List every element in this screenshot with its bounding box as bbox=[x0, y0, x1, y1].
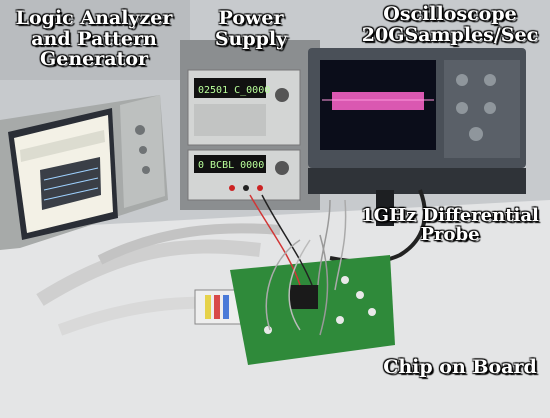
power-supply-label-line2: Supply bbox=[214, 27, 288, 50]
chip bbox=[290, 285, 318, 309]
oscilloscope-label-line1: Oscilloscope bbox=[383, 3, 517, 25]
psu-bottom-display: 0 BCBL 0000 bbox=[198, 160, 264, 171]
logic-analyzer-label-line3: Generator bbox=[40, 48, 148, 71]
power-supply-label: Power Supply bbox=[206, 8, 296, 49]
probe-label-line1: 1GHz Differential bbox=[361, 205, 539, 226]
oscilloscope bbox=[308, 48, 526, 194]
psu-top-display: 02501 C_0000 bbox=[198, 85, 270, 96]
probe-label: 1GHz Differential Probe bbox=[352, 206, 548, 245]
probe-label-line2: Probe bbox=[420, 224, 480, 246]
logic-analyzer-label-line2: and Pattern bbox=[31, 27, 157, 50]
logic-analyzer-label-line1: Logic Analyzer bbox=[15, 7, 173, 29]
lab-photo: 02501 C_0000 0 BCBL 0000 Logic Analyzer … bbox=[0, 0, 550, 418]
chip-on-board-label: Chip on Board bbox=[383, 356, 537, 378]
power-supply: 02501 C_0000 0 BCBL 0000 bbox=[187, 69, 301, 201]
scope-waveform bbox=[332, 92, 424, 110]
oscilloscope-label-line2: 20GSamples/Sec bbox=[361, 23, 539, 46]
logic-analyzer-label: Logic Analyzer and Pattern Generator bbox=[4, 8, 184, 70]
power-supply-label-line1: Power bbox=[218, 7, 284, 29]
oscilloscope-label: Oscilloscope 20GSamples/Sec bbox=[352, 4, 548, 45]
